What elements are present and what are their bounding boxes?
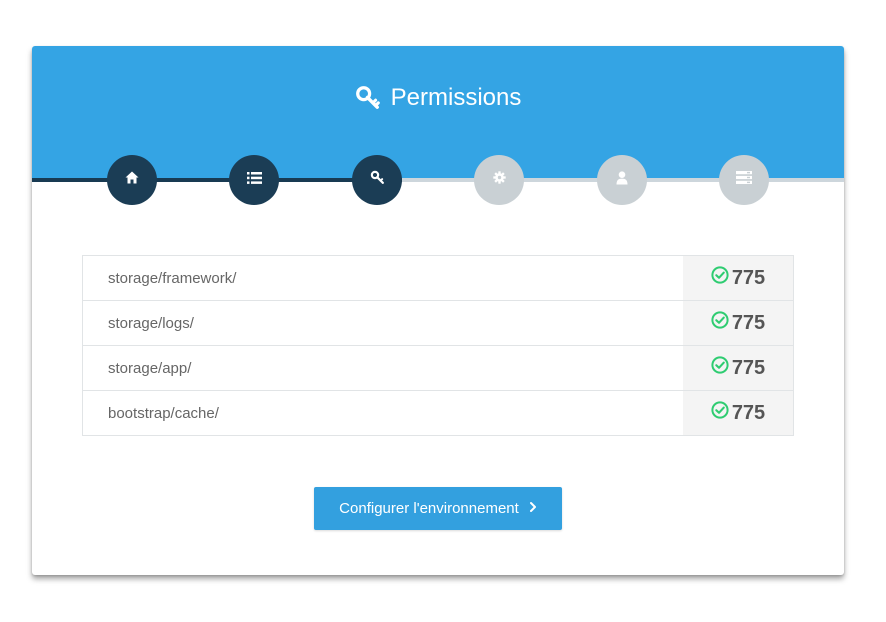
step-home[interactable] bbox=[107, 155, 157, 205]
step-admin[interactable] bbox=[597, 155, 647, 205]
permission-cell: 775 bbox=[683, 301, 793, 345]
check-circle-icon bbox=[711, 356, 729, 380]
step-permissions[interactable] bbox=[352, 155, 402, 205]
check-circle-icon bbox=[711, 401, 729, 425]
page-title-text: Permissions bbox=[390, 84, 522, 111]
permission-cell: 775 bbox=[683, 391, 793, 435]
permission-value: 775 bbox=[731, 266, 766, 289]
server-icon bbox=[736, 171, 752, 189]
installer-card: Permissions storage/framework/ 775 stora… bbox=[32, 46, 844, 575]
permission-value: 775 bbox=[731, 356, 766, 379]
key-icon bbox=[370, 170, 385, 190]
folder-path: storage/logs/ bbox=[108, 314, 194, 332]
card-header: Permissions bbox=[32, 46, 844, 180]
page-title: Permissions bbox=[32, 84, 844, 112]
table-row: storage/framework/ 775 bbox=[83, 256, 793, 300]
permission-cell: 775 bbox=[683, 256, 793, 300]
permission-value: 775 bbox=[731, 401, 766, 424]
permissions-table: storage/framework/ 775 storage/logs/ 775… bbox=[82, 255, 794, 436]
list-icon bbox=[246, 171, 262, 189]
permission-value: 775 bbox=[731, 311, 766, 334]
folder-path: storage/framework/ bbox=[108, 269, 237, 287]
user-icon bbox=[616, 170, 628, 190]
configure-environment-label: Configurer l'environnement bbox=[339, 500, 519, 517]
step-environment[interactable] bbox=[474, 155, 524, 205]
step-finish[interactable] bbox=[719, 155, 769, 205]
table-row: storage/logs/ 775 bbox=[83, 300, 793, 345]
configure-environment-button[interactable]: Configurer l'environnement bbox=[314, 487, 562, 530]
table-row: storage/app/ 775 bbox=[83, 345, 793, 390]
chevron-right-icon bbox=[529, 500, 537, 517]
folder-path: storage/app/ bbox=[108, 359, 192, 377]
step-requirements[interactable] bbox=[229, 155, 279, 205]
permission-cell: 775 bbox=[683, 346, 793, 390]
table-row: bootstrap/cache/ 775 bbox=[83, 390, 793, 435]
gear-icon bbox=[492, 171, 506, 189]
progress-track-completed bbox=[32, 178, 402, 182]
key-icon bbox=[355, 85, 381, 111]
check-circle-icon bbox=[711, 311, 729, 335]
home-icon bbox=[125, 171, 139, 189]
check-circle-icon bbox=[711, 266, 729, 290]
folder-path: bootstrap/cache/ bbox=[108, 404, 219, 422]
